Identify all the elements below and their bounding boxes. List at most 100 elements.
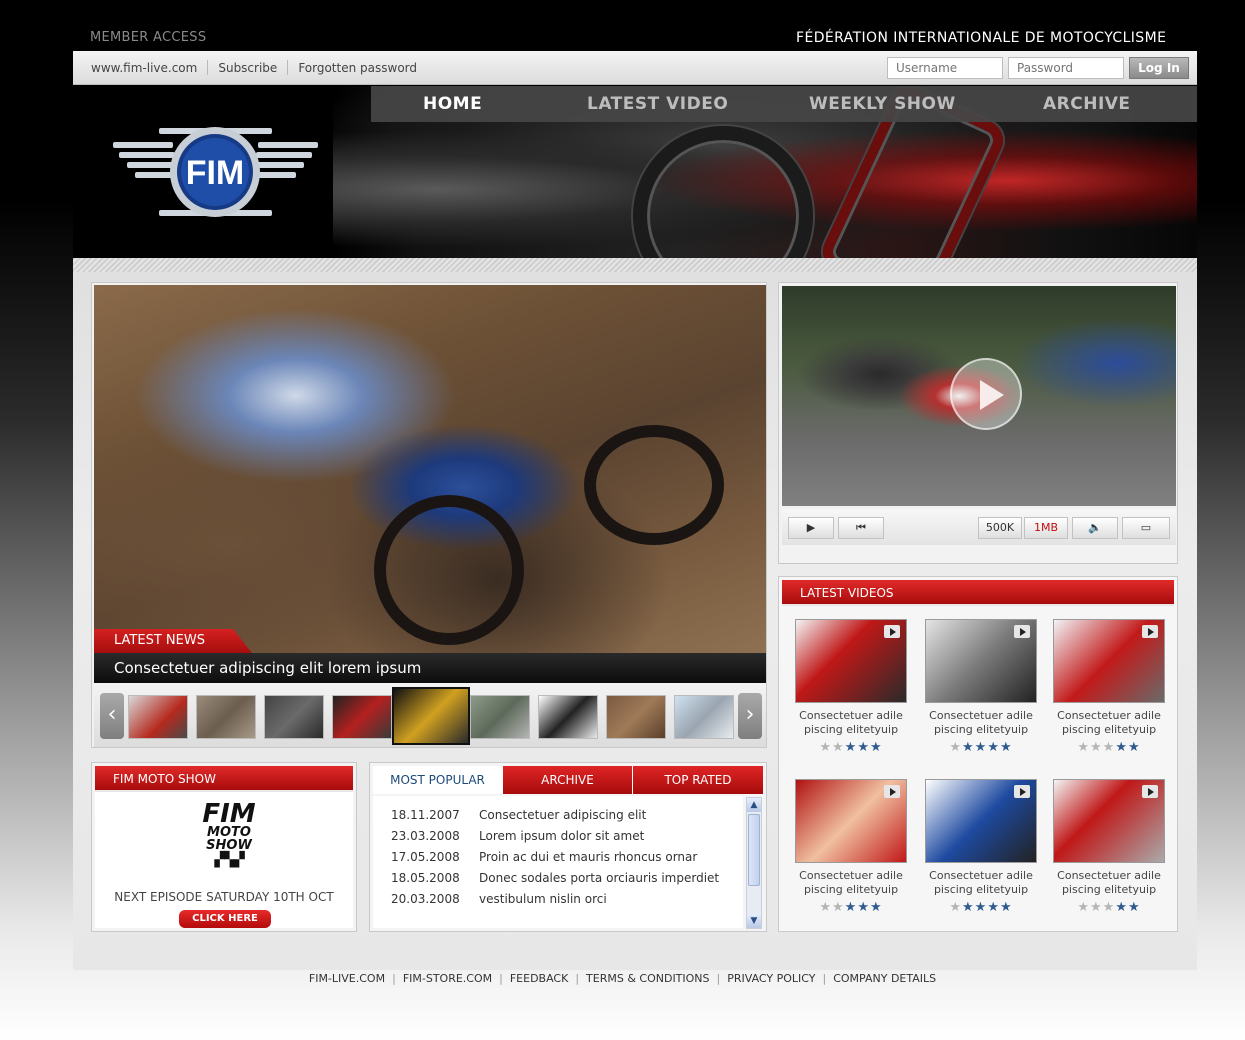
- rating-stars[interactable]: ★★★★★: [795, 900, 907, 915]
- footer-link[interactable]: FIM-LIVE.COM: [309, 972, 385, 985]
- list-title[interactable]: Proin ac dui et mauris rhoncus ornar: [479, 850, 697, 871]
- star-icon[interactable]: ★: [845, 900, 858, 915]
- video-caption[interactable]: Consectetuer adile piscing elitetyuip: [795, 869, 907, 897]
- nav-latest-video[interactable]: LATEST VIDEO: [587, 94, 728, 114]
- footer-link[interactable]: FEEDBACK: [510, 972, 568, 985]
- footer-link[interactable]: PRIVACY POLICY: [727, 972, 815, 985]
- quality-1mb-button[interactable]: 1MB: [1024, 517, 1068, 539]
- subscribe-link[interactable]: Subscribe: [218, 61, 277, 75]
- popular-scrollbar[interactable]: ▲ ▼: [746, 797, 762, 929]
- footer-link[interactable]: COMPANY DETAILS: [833, 972, 936, 985]
- rating-stars[interactable]: ★★★★★: [1053, 740, 1165, 755]
- strip-thumb[interactable]: [196, 695, 256, 739]
- play-icon[interactable]: [1014, 785, 1030, 798]
- footer-link[interactable]: FIM-STORE.COM: [403, 972, 492, 985]
- video-item[interactable]: Consectetuer adile piscing elitetyuip ★★★…: [795, 779, 913, 915]
- tab-top-rated[interactable]: TOP RATED: [633, 766, 763, 794]
- list-item[interactable]: 23.03.2008 Lorem ipsum dolor sit amet: [391, 829, 743, 850]
- prev-arrow-icon[interactable]: ‹: [100, 693, 124, 739]
- strip-thumb[interactable]: [674, 695, 734, 739]
- star-icon[interactable]: ★: [975, 900, 988, 915]
- strip-thumb[interactable]: [128, 695, 188, 739]
- star-icon[interactable]: ★: [1000, 900, 1013, 915]
- nav-weekly-show[interactable]: WEEKLY SHOW: [809, 94, 956, 114]
- star-icon[interactable]: ★: [949, 740, 962, 755]
- video-thumbnail[interactable]: [795, 619, 907, 703]
- video-thumbnail[interactable]: [925, 619, 1037, 703]
- strip-thumb[interactable]: [470, 695, 530, 739]
- star-icon[interactable]: ★: [949, 900, 962, 915]
- rating-stars[interactable]: ★★★★★: [925, 740, 1037, 755]
- star-icon[interactable]: ★: [962, 900, 975, 915]
- star-icon[interactable]: ★: [1103, 900, 1116, 915]
- password-input[interactable]: [1008, 57, 1124, 79]
- star-icon[interactable]: ★: [1090, 740, 1103, 755]
- strip-thumb[interactable]: [538, 695, 598, 739]
- star-icon[interactable]: ★: [857, 900, 870, 915]
- volume-button[interactable]: 🔈: [1072, 517, 1118, 539]
- video-item[interactable]: Consectetuer adile piscing elitetyuip ★★★…: [925, 779, 1043, 915]
- list-title[interactable]: Lorem ipsum dolor sit amet: [479, 829, 644, 850]
- star-icon[interactable]: ★: [1115, 740, 1128, 755]
- strip-thumb[interactable]: [606, 695, 666, 739]
- play-icon[interactable]: [1014, 625, 1030, 638]
- nav-home[interactable]: HOME: [423, 94, 482, 114]
- star-icon[interactable]: ★: [1077, 740, 1090, 755]
- latest-news-tab[interactable]: LATEST NEWS: [94, 629, 252, 653]
- play-overlay-icon[interactable]: [950, 358, 1022, 430]
- play-icon[interactable]: [884, 785, 900, 798]
- star-icon[interactable]: ★: [845, 740, 858, 755]
- video-caption[interactable]: Consectetuer adile piscing elitetyuip: [925, 709, 1037, 737]
- strip-thumb[interactable]: [264, 695, 324, 739]
- video-thumbnail[interactable]: [1053, 619, 1165, 703]
- rating-stars[interactable]: ★★★★★: [1053, 900, 1165, 915]
- video-screen[interactable]: [782, 286, 1176, 506]
- tab-archive[interactable]: ARCHIVE: [503, 766, 633, 794]
- video-thumbnail[interactable]: [925, 779, 1037, 863]
- list-item[interactable]: 20.03.2008 vestibulum nislin orci: [391, 892, 743, 913]
- rating-stars[interactable]: ★★★★★: [925, 900, 1037, 915]
- site-link[interactable]: www.fim-live.com: [91, 61, 197, 75]
- list-item[interactable]: 17.05.2008 Proin ac dui et mauris rhoncus…: [391, 850, 743, 871]
- video-item[interactable]: Consectetuer adile piscing elitetyuip ★★★…: [795, 619, 913, 755]
- forgotten-password-link[interactable]: Forgotten password: [298, 61, 417, 75]
- video-item[interactable]: Consectetuer adile piscing elitetyuip ★★★…: [925, 619, 1043, 755]
- video-item[interactable]: Consectetuer adile piscing elitetyuip ★★★…: [1053, 779, 1171, 915]
- hero-image[interactable]: [94, 285, 766, 653]
- star-icon[interactable]: ★: [1115, 900, 1128, 915]
- scroll-up-icon[interactable]: ▲: [747, 798, 761, 812]
- star-icon[interactable]: ★: [962, 740, 975, 755]
- video-caption[interactable]: Consectetuer adile piscing elitetyuip: [1053, 709, 1165, 737]
- star-icon[interactable]: ★: [1090, 900, 1103, 915]
- strip-thumb-active[interactable]: [392, 687, 470, 745]
- scroll-thumb[interactable]: [748, 814, 760, 886]
- restart-button[interactable]: ⏮: [838, 517, 884, 539]
- strip-thumb[interactable]: [332, 695, 392, 739]
- play-button[interactable]: ▶: [788, 517, 834, 539]
- list-title[interactable]: vestibulum nislin orci: [479, 892, 607, 913]
- star-icon[interactable]: ★: [1103, 740, 1116, 755]
- fullscreen-button[interactable]: ▭: [1122, 517, 1170, 539]
- video-caption[interactable]: Consectetuer adile piscing elitetyuip: [925, 869, 1037, 897]
- video-caption[interactable]: Consectetuer adile piscing elitetyuip: [795, 709, 907, 737]
- click-here-button[interactable]: CLICK HERE: [179, 910, 271, 928]
- star-icon[interactable]: ★: [832, 740, 845, 755]
- rating-stars[interactable]: ★★★★★: [795, 740, 907, 755]
- list-title[interactable]: Donec sodales porta orciauris imperdiet: [479, 871, 719, 892]
- star-icon[interactable]: ★: [870, 740, 883, 755]
- footer-link[interactable]: TERMS & CONDITIONS: [586, 972, 709, 985]
- list-title[interactable]: Consectetuer adipiscing elit: [479, 808, 646, 829]
- video-caption[interactable]: Consectetuer adile piscing elitetyuip: [1053, 869, 1165, 897]
- nav-archive[interactable]: ARCHIVE: [1043, 94, 1131, 114]
- news-caption[interactable]: Consectetuer adipiscing elit lorem ipsum: [94, 653, 766, 683]
- login-button[interactable]: Log In: [1129, 57, 1189, 79]
- play-icon[interactable]: [884, 625, 900, 638]
- star-icon[interactable]: ★: [870, 900, 883, 915]
- star-icon[interactable]: ★: [1000, 740, 1013, 755]
- tab-most-popular[interactable]: MOST POPULAR: [373, 766, 503, 794]
- star-icon[interactable]: ★: [987, 900, 1000, 915]
- star-icon[interactable]: ★: [857, 740, 870, 755]
- video-thumbnail[interactable]: [795, 779, 907, 863]
- star-icon[interactable]: ★: [1077, 900, 1090, 915]
- star-icon[interactable]: ★: [1128, 740, 1141, 755]
